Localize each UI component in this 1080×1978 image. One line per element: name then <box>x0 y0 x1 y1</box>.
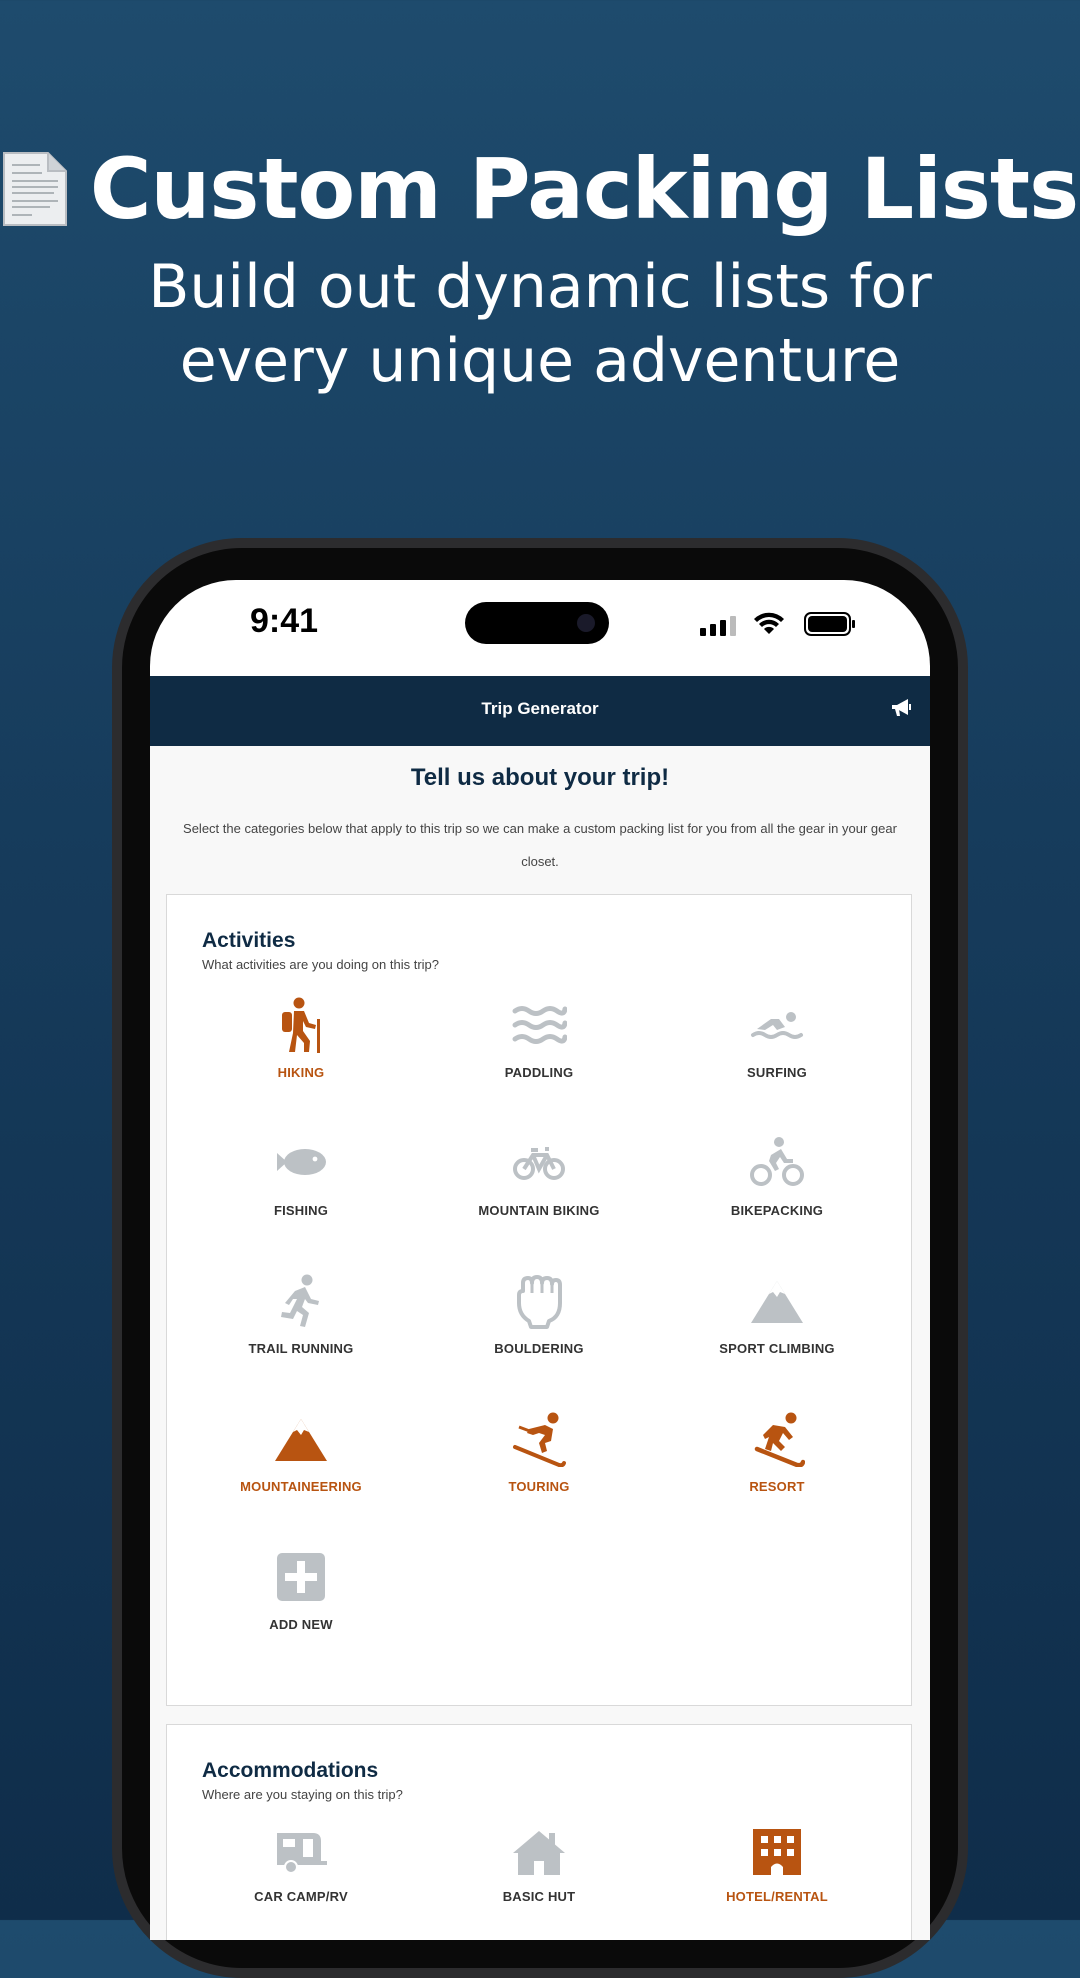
phone-screen: 9:41 Trip Generator Tell us about your t… <box>150 580 930 1940</box>
activity-resort[interactable]: RESORT <box>657 1411 897 1494</box>
skier-icon <box>513 1412 566 1467</box>
activity-label: MOUNTAINEERING <box>240 1479 362 1494</box>
activity-label: FISHING <box>273 1203 329 1218</box>
swimmer-icon <box>751 1012 803 1039</box>
activity-label: TOURING <box>508 1479 570 1494</box>
activity-mountain-biking[interactable]: MOUNTAIN BIKING <box>419 1135 659 1218</box>
activity-label: TRAIL RUNNING <box>248 1341 354 1356</box>
activities-title: Activities <box>202 929 296 952</box>
megaphone-icon[interactable] <box>890 698 912 718</box>
status-time: 9:41 <box>250 602 319 640</box>
battery-icon <box>804 612 855 636</box>
intro-text: Select the categories below that apply t… <box>183 821 897 869</box>
accommodation-basic-hut[interactable]: BASIC HUT <box>419 1827 659 1904</box>
accommodations-subtitle: Where are you staying on this trip? <box>202 1787 403 1802</box>
mountain-icon <box>751 1281 803 1323</box>
activity-bouldering[interactable]: BOULDERING <box>419 1273 659 1356</box>
document-icon <box>2 152 67 226</box>
hero-subtitle: Build out dynamic lists for every unique… <box>0 250 1080 398</box>
activity-label: HIKING <box>277 1065 325 1080</box>
hero-title-row: Custom Packing Lists <box>0 140 1080 238</box>
bicycle-icon <box>513 1147 565 1180</box>
wifi-icon <box>754 612 784 634</box>
activity-sport-climbing[interactable]: SPORT CLIMBING <box>657 1273 897 1356</box>
accommodation-hotel-rental[interactable]: HOTEL/RENTAL <box>657 1827 897 1904</box>
activity-bikepacking[interactable]: BIKEPACKING <box>657 1135 897 1218</box>
activity-label: BIKEPACKING <box>730 1203 824 1218</box>
fish-icon <box>277 1149 326 1175</box>
activity-touring[interactable]: TOURING <box>419 1411 659 1494</box>
activity-fishing[interactable]: FISHING <box>181 1135 421 1218</box>
accommodations-card: Accommodations Where are you staying on … <box>166 1724 912 1940</box>
signal-icon <box>700 616 736 636</box>
trip-form: Tell us about your trip! Select the cate… <box>150 746 930 1940</box>
cyclist-icon <box>750 1137 804 1186</box>
accommodation-label: CAR CAMP/RV <box>254 1889 348 1904</box>
hiking-icon <box>282 997 320 1053</box>
activity-paddling[interactable]: PADDLING <box>419 997 659 1080</box>
activity-label: MOUNTAIN BIKING <box>478 1203 600 1218</box>
activity-label: PADDLING <box>504 1065 574 1080</box>
hotel-icon <box>753 1829 801 1875</box>
activity-hiking[interactable]: HIKING <box>181 997 421 1080</box>
navbar-title: Trip Generator <box>481 699 599 718</box>
camera-icon <box>577 614 595 632</box>
runner-icon <box>281 1274 319 1327</box>
activity-label: RESORT <box>749 1479 805 1494</box>
add-new-label: ADD NEW <box>269 1617 333 1632</box>
plus-square-icon <box>277 1553 325 1601</box>
accommodation-label: BASIC HUT <box>502 1889 576 1904</box>
hero-subtitle-line-1: Build out dynamic lists for <box>148 252 932 322</box>
activity-surfing[interactable]: SURFING <box>657 997 897 1080</box>
snowboarder-icon <box>754 1412 805 1467</box>
dynamic-island <box>465 602 609 644</box>
activity-label: SPORT CLIMBING <box>719 1341 835 1356</box>
mountain-icon <box>275 1419 327 1461</box>
hero-title: Custom Packing Lists <box>89 140 1079 238</box>
activity-mountaineering[interactable]: MOUNTAINEERING <box>181 1411 421 1494</box>
fist-icon <box>517 1275 562 1329</box>
activity-trail-running[interactable]: TRAIL RUNNING <box>181 1273 421 1356</box>
hero-subtitle-line-2: every unique adventure <box>179 326 901 396</box>
add-new-activity-button[interactable]: ADD NEW <box>181 1549 421 1632</box>
activities-subtitle: What activities are you doing on this tr… <box>202 957 440 972</box>
accommodation-label: HOTEL/RENTAL <box>726 1889 828 1904</box>
status-bar: 9:41 <box>150 580 930 676</box>
water-waves-icon <box>512 1006 567 1044</box>
accommodations-title: Accommodations <box>202 1759 379 1782</box>
activities-card: Activities What activities are you doing… <box>166 894 912 1706</box>
accommodation-car-camp[interactable]: CAR CAMP/RV <box>181 1827 421 1904</box>
camper-icon <box>277 1833 327 1874</box>
intro-title: Tell us about your trip! <box>410 764 670 791</box>
house-icon <box>513 1831 565 1875</box>
activity-label: SURFING <box>747 1065 807 1080</box>
activity-label: BOULDERING <box>494 1341 584 1356</box>
navbar: Trip Generator <box>150 676 930 746</box>
